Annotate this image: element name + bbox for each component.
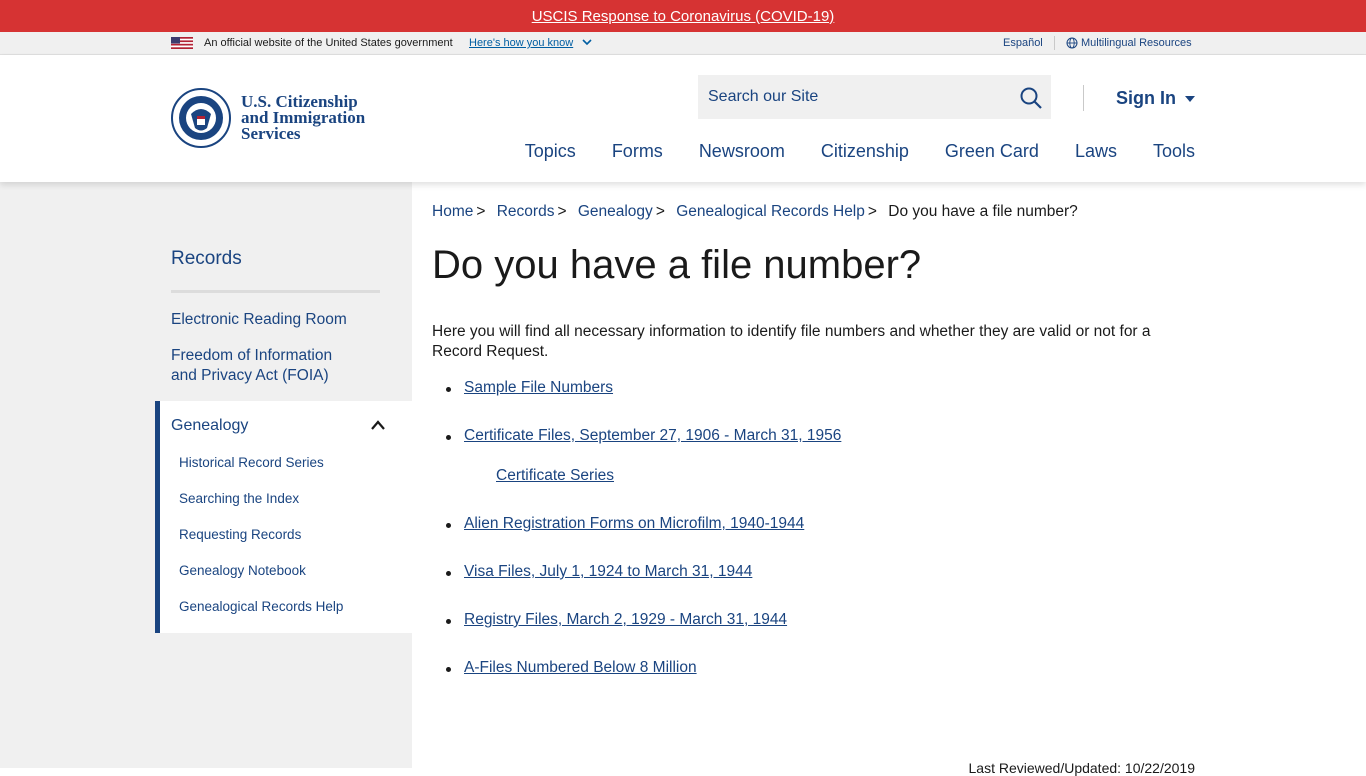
site-header: U.S. Citizenship and Immigration Service… bbox=[0, 55, 1366, 182]
site-search bbox=[698, 75, 1051, 119]
sign-in-label: Sign In bbox=[1116, 88, 1176, 108]
govbar-divider bbox=[1054, 36, 1055, 50]
nav-laws[interactable]: Laws bbox=[1075, 141, 1117, 162]
list-item: Sample File Numbers bbox=[464, 379, 613, 397]
foia-line-2: and Privacy Act (FOIA) bbox=[171, 367, 329, 384]
official-site-text: An official website of the United States… bbox=[204, 37, 453, 49]
chevron-up-icon[interactable] bbox=[370, 419, 386, 431]
sidebar-item-electronic-reading-room[interactable]: Electronic Reading Room bbox=[171, 310, 347, 330]
list-item: Certificate Files, September 27, 1906 - … bbox=[464, 427, 841, 445]
nav-topics[interactable]: Topics bbox=[525, 141, 576, 162]
sign-in-button[interactable]: Sign In bbox=[1116, 88, 1196, 109]
caret-down-icon bbox=[1185, 95, 1195, 102]
sidebar-title[interactable]: Records bbox=[171, 248, 242, 270]
link-a-files-below-8-million[interactable]: A-Files Numbered Below 8 Million bbox=[464, 659, 697, 676]
globe-icon bbox=[1066, 37, 1078, 49]
header-divider bbox=[1083, 85, 1084, 111]
sidebar-subitem-requesting-records[interactable]: Requesting Records bbox=[179, 527, 301, 542]
list-bullet bbox=[446, 619, 451, 624]
espanol-link[interactable]: Español bbox=[1003, 37, 1043, 49]
heres-how-you-know-link[interactable]: Here's how you know bbox=[469, 37, 573, 49]
intro-text: Here you will find all necessary informa… bbox=[432, 323, 1151, 360]
nav-forms[interactable]: Forms bbox=[612, 141, 663, 162]
breadcrumb: Home > Records > Genealogy > Genealogical R… bbox=[432, 203, 1078, 220]
list-bullet bbox=[446, 387, 451, 392]
link-certificate-files[interactable]: Certificate Files, September 27, 1906 - … bbox=[464, 427, 841, 444]
list-bullet bbox=[446, 435, 451, 440]
list-bullet bbox=[446, 523, 451, 528]
link-visa-files[interactable]: Visa Files, July 1, 1924 to March 31, 19… bbox=[464, 563, 752, 580]
breadcrumb-genealogical-records-help[interactable]: Genealogical Records Help bbox=[676, 203, 865, 220]
search-input[interactable] bbox=[698, 75, 998, 119]
sidebar-subitem-genealogical-records-help[interactable]: Genealogical Records Help bbox=[179, 599, 343, 614]
sidebar-subitem-genealogy-notebook[interactable]: Genealogy Notebook bbox=[179, 563, 306, 578]
list-bullet bbox=[446, 667, 451, 672]
covid-alert-link[interactable]: USCIS Response to Coronavirus (COVID-19) bbox=[532, 8, 835, 25]
multilingual-resources-link[interactable]: Multilingual Resources bbox=[1081, 37, 1192, 49]
nav-newsroom[interactable]: Newsroom bbox=[699, 141, 785, 162]
foia-line-1: Freedom of Information bbox=[171, 347, 333, 364]
link-registry-files[interactable]: Registry Files, March 2, 1929 - March 31… bbox=[464, 611, 787, 628]
us-flag-icon bbox=[171, 37, 193, 49]
breadcrumb-home[interactable]: Home bbox=[432, 203, 473, 220]
breadcrumb-current: Do you have a file number? bbox=[888, 203, 1078, 220]
list-item: Registry Files, March 2, 1929 - March 31… bbox=[464, 611, 787, 629]
covid-alert-bar: USCIS Response to Coronavirus (COVID-19) bbox=[0, 0, 1366, 32]
chevron-down-icon[interactable] bbox=[581, 36, 593, 48]
sidebar-section-genealogy: Genealogy Historical Record Series Searc… bbox=[155, 401, 412, 633]
list-item: Certificate Series bbox=[496, 467, 614, 485]
dhs-seal-logo[interactable] bbox=[171, 88, 231, 148]
sidebar-divider bbox=[171, 290, 380, 293]
list-item: Alien Registration Forms on Microfilm, 1… bbox=[464, 515, 804, 533]
breadcrumb-genealogy[interactable]: Genealogy bbox=[578, 203, 653, 220]
nav-green-card[interactable]: Green Card bbox=[945, 141, 1039, 162]
page-title: Do you have a file number? bbox=[432, 243, 922, 287]
list-bullet bbox=[446, 571, 451, 576]
nav-citizenship[interactable]: Citizenship bbox=[821, 141, 909, 162]
last-reviewed: Last Reviewed/Updated: 10/22/2019 bbox=[968, 760, 1196, 776]
link-sample-file-numbers[interactable]: Sample File Numbers bbox=[464, 379, 613, 396]
sidebar-item-foia[interactable]: Freedom of Information and Privacy Act (… bbox=[171, 346, 332, 386]
search-icon[interactable] bbox=[1020, 87, 1042, 109]
uscis-wordmark[interactable]: U.S. Citizenship and Immigration Service… bbox=[241, 93, 365, 143]
logo-line-3: Services bbox=[241, 124, 301, 143]
sidebar-subitem-searching-the-index[interactable]: Searching the Index bbox=[179, 491, 299, 506]
main-nav: Topics Forms Newsroom Citizenship Green … bbox=[525, 141, 1195, 162]
link-alien-registration-forms[interactable]: Alien Registration Forms on Microfilm, 1… bbox=[464, 515, 804, 532]
breadcrumb-records[interactable]: Records bbox=[497, 203, 555, 220]
list-item: A-Files Numbered Below 8 Million bbox=[464, 659, 697, 677]
sidebar-item-genealogy[interactable]: Genealogy bbox=[171, 417, 248, 435]
nav-tools[interactable]: Tools bbox=[1153, 141, 1195, 162]
sidebar-subitem-historical-record-series[interactable]: Historical Record Series bbox=[179, 455, 324, 470]
link-certificate-series[interactable]: Certificate Series bbox=[496, 467, 614, 484]
list-item: Visa Files, July 1, 1924 to March 31, 19… bbox=[464, 563, 752, 581]
gov-banner: An official website of the United States… bbox=[0, 32, 1366, 55]
